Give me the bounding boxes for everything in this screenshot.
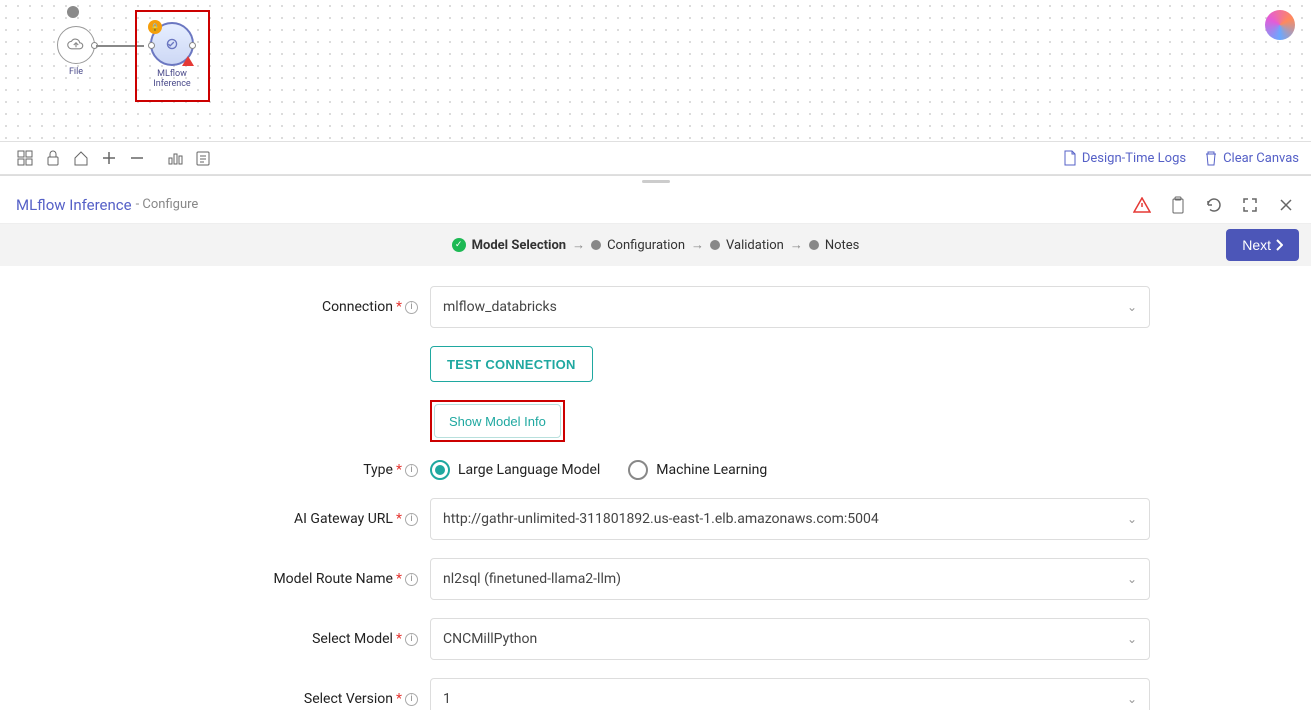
select-version-select[interactable]: 1 ⌄	[430, 678, 1150, 710]
panel-title: MLflow Inference	[16, 196, 132, 214]
warning-triangle-icon[interactable]	[1133, 196, 1151, 214]
info-icon[interactable]: i	[405, 301, 418, 314]
panel-subtitle: - Configure	[136, 197, 199, 212]
notes-icon[interactable]	[190, 145, 216, 171]
clipboard-icon[interactable]	[1169, 196, 1187, 214]
chevron-down-icon: ⌄	[1127, 632, 1137, 646]
config-panel: MLflow Inference - Configure ✓ Model Sel…	[0, 175, 1311, 710]
step-validation[interactable]: Validation	[726, 238, 784, 253]
panel-header: MLflow Inference - Configure	[0, 186, 1311, 224]
close-icon[interactable]	[1277, 196, 1295, 214]
label-version: Select Version	[304, 691, 393, 707]
home-icon[interactable]	[68, 145, 94, 171]
lock-toolbar-icon[interactable]	[40, 145, 66, 171]
minus-icon[interactable]	[124, 145, 150, 171]
chevron-down-icon: ⌄	[1127, 512, 1137, 526]
design-time-logs-link[interactable]: Design-Time Logs	[1063, 150, 1186, 166]
chevron-right-icon	[1275, 239, 1283, 251]
steps-bar: ✓ Model Selection → Configuration → Vali…	[0, 224, 1311, 266]
chart-icon[interactable]	[162, 145, 188, 171]
step-notes[interactable]: Notes	[825, 238, 860, 253]
lock-icon: 🔒	[148, 20, 162, 34]
info-icon[interactable]: i	[405, 573, 418, 586]
chevron-down-icon: ⌄	[1127, 692, 1137, 706]
step-configuration[interactable]: Configuration	[607, 238, 685, 253]
label-model: Select Model	[312, 631, 393, 647]
ai-gateway-url-select[interactable]: http://gathr-unlimited-311801892.us-east…	[430, 498, 1150, 540]
canvas-handle-dot	[67, 6, 79, 18]
cloud-upload-icon	[67, 38, 85, 52]
plus-icon[interactable]	[96, 145, 122, 171]
label-type: Type	[363, 462, 393, 478]
form: Connection* i mlflow_databricks ⌄ TEST C…	[0, 266, 1311, 710]
show-model-info-button[interactable]: Show Model Info	[434, 404, 561, 438]
node-file[interactable]: File	[56, 26, 96, 78]
step-dot-icon	[591, 240, 601, 250]
radio-llm[interactable]: Large Language Model	[430, 460, 600, 480]
chevron-right-icon: →	[691, 237, 704, 253]
label-route: Model Route Name	[273, 571, 393, 587]
info-icon[interactable]: i	[405, 513, 418, 526]
node-mlflow-label: MLflow Inference	[146, 70, 198, 90]
file-icon	[1063, 150, 1077, 166]
step-dot-icon	[809, 240, 819, 250]
refresh-icon[interactable]	[1205, 196, 1223, 214]
warning-icon	[182, 56, 194, 66]
test-connection-button[interactable]: TEST CONNECTION	[430, 346, 593, 382]
label-connection: Connection	[322, 299, 393, 315]
edge	[96, 45, 144, 47]
chevron-right-icon: →	[790, 237, 803, 253]
drag-handle[interactable]	[0, 176, 1311, 186]
pipeline-canvas[interactable]: File 🔒 MLflow Inference Desi	[0, 0, 1311, 175]
chevron-right-icon: →	[572, 237, 585, 253]
node-file-label: File	[56, 68, 96, 78]
next-button[interactable]: Next	[1226, 229, 1299, 261]
expand-icon[interactable]	[1241, 196, 1259, 214]
grid-icon[interactable]	[12, 145, 38, 171]
model-route-name-select[interactable]: nl2sql (finetuned-llama2-llm) ⌄	[430, 558, 1150, 600]
gear-code-icon	[161, 33, 183, 55]
radio-ml[interactable]: Machine Learning	[628, 460, 767, 480]
clear-canvas-link[interactable]: Clear Canvas	[1204, 150, 1299, 166]
highlight-box-model-info: Show Model Info	[430, 400, 565, 442]
info-icon[interactable]: i	[405, 693, 418, 706]
step-dot-icon	[710, 240, 720, 250]
step-model-selection[interactable]: Model Selection	[472, 238, 566, 253]
label-gateway: AI Gateway URL	[294, 511, 393, 527]
info-icon[interactable]: i	[405, 633, 418, 646]
check-icon: ✓	[452, 238, 466, 252]
select-model-select[interactable]: CNCMillPython ⌄	[430, 618, 1150, 660]
chevron-down-icon: ⌄	[1127, 300, 1137, 314]
node-mlflow-inference[interactable]: 🔒 MLflow Inference	[146, 22, 198, 90]
chevron-down-icon: ⌄	[1127, 572, 1137, 586]
trash-icon	[1204, 150, 1218, 166]
canvas-toolbar: Design-Time Logs Clear Canvas	[0, 141, 1311, 175]
info-icon[interactable]: i	[405, 464, 418, 477]
connection-select[interactable]: mlflow_databricks ⌄	[430, 286, 1150, 328]
avatar[interactable]	[1265, 10, 1295, 40]
